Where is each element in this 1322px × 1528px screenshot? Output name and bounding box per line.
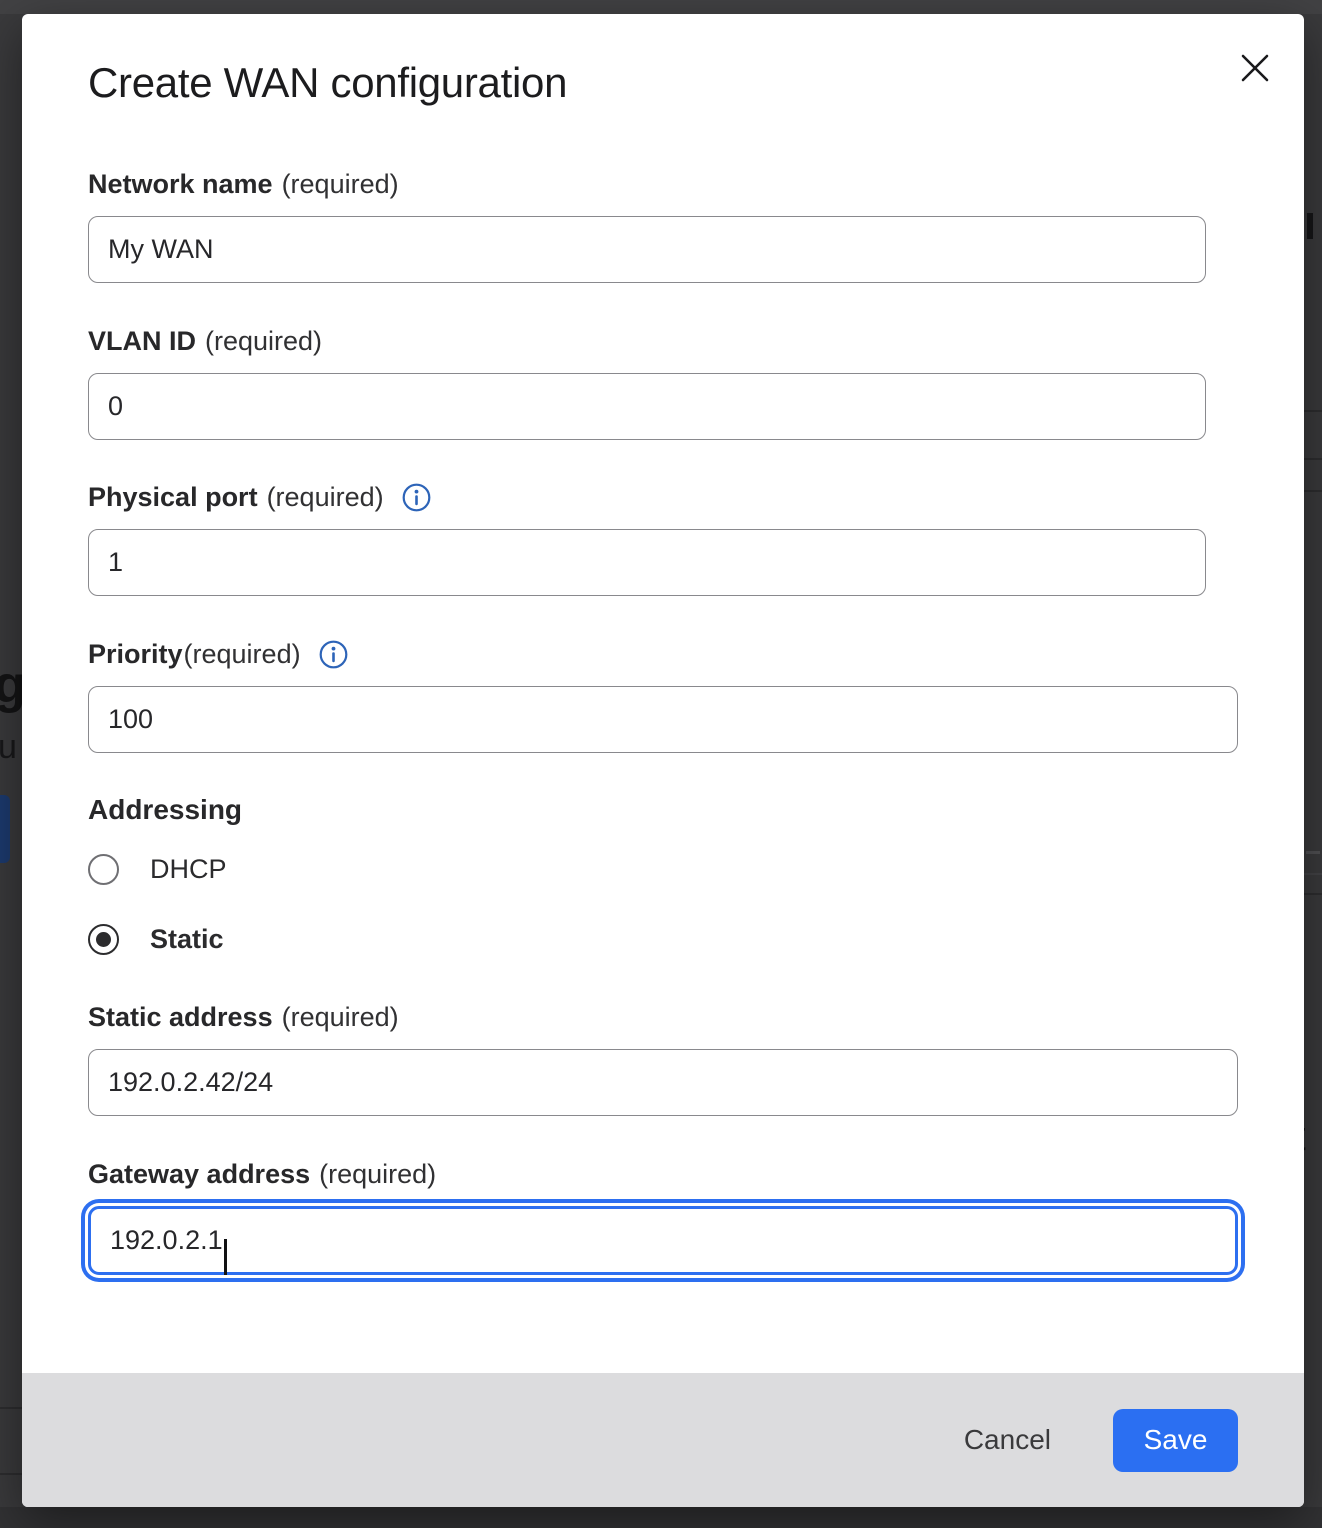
dialog-title: Create WAN configuration — [88, 58, 1238, 108]
static-address-input[interactable] — [88, 1049, 1238, 1116]
vlan-id-label: VLAN ID — [88, 325, 196, 357]
save-button[interactable]: Save — [1113, 1409, 1238, 1472]
required-hint: (required) — [319, 1158, 436, 1190]
priority-info-icon[interactable] — [319, 640, 348, 669]
static-address-label: Static address — [88, 1001, 273, 1033]
required-hint: (required) — [205, 325, 322, 357]
background-divider — [0, 1473, 22, 1475]
network-name-label-row: Network name (required) — [88, 168, 1238, 200]
text-cursor — [224, 1239, 227, 1275]
dialog-footer: Cancel Save — [22, 1373, 1304, 1507]
background-top-strip — [0, 0, 1322, 14]
dhcp-radio[interactable] — [88, 854, 119, 885]
dhcp-radio-label: DHCP — [150, 854, 227, 885]
static-radio-label: Static — [150, 924, 224, 955]
physical-port-info-icon[interactable] — [402, 483, 431, 512]
gateway-address-input-wrapper — [88, 1206, 1238, 1275]
gateway-address-input[interactable] — [88, 1206, 1238, 1275]
background-divider — [1304, 490, 1322, 492]
background-divider — [1304, 410, 1322, 412]
background-bottom-strip — [0, 1507, 1322, 1528]
physical-port-label: Physical port — [88, 481, 258, 513]
cancel-button[interactable]: Cancel — [950, 1414, 1065, 1466]
background-button-fragment — [0, 795, 10, 863]
addressing-option-dhcp[interactable]: DHCP — [88, 854, 1238, 885]
static-address-label-row: Static address (required) — [88, 1001, 1238, 1033]
required-hint: (required) — [184, 638, 301, 670]
required-hint: (required) — [282, 1001, 399, 1033]
network-name-label: Network name — [88, 168, 273, 200]
background-text-fragment — [1307, 213, 1313, 239]
background-divider — [1304, 873, 1322, 875]
static-radio[interactable] — [88, 924, 119, 955]
background-text-fragment — [1306, 851, 1320, 854]
priority-label-row: Priority (required) — [88, 638, 1238, 670]
network-name-input[interactable] — [88, 216, 1206, 283]
background-divider — [0, 1407, 22, 1409]
vlan-id-label-row: VLAN ID (required) — [88, 325, 1238, 357]
required-hint: (required) — [282, 168, 399, 200]
physical-port-input[interactable] — [88, 529, 1206, 596]
background-divider — [1304, 893, 1322, 895]
addressing-option-static[interactable]: Static — [88, 924, 1238, 955]
background-divider — [1304, 458, 1322, 460]
background-text-fragment: u — [0, 728, 17, 767]
priority-input[interactable] — [88, 686, 1238, 753]
physical-port-label-row: Physical port (required) — [88, 481, 1238, 513]
gateway-address-label: Gateway address — [88, 1158, 310, 1190]
priority-label: Priority — [88, 638, 183, 670]
required-hint: (required) — [267, 481, 384, 513]
vlan-id-input[interactable] — [88, 373, 1206, 440]
create-wan-configuration-dialog: Create WAN configuration Network name (r… — [22, 14, 1304, 1507]
addressing-section-label: Addressing — [88, 794, 1238, 826]
gateway-address-label-row: Gateway address (required) — [88, 1158, 1238, 1190]
